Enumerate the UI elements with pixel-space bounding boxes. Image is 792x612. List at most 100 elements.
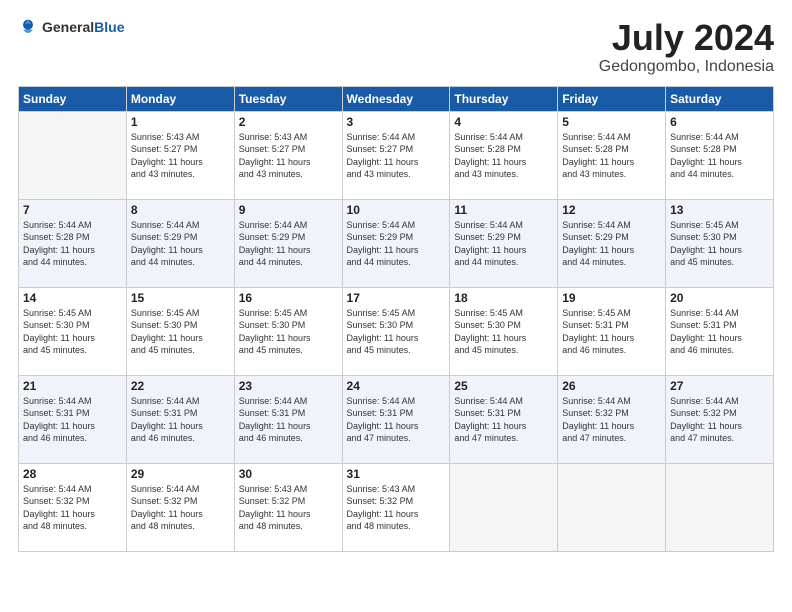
daylight: Daylight: 11 hours	[131, 332, 230, 345]
day-number: 21	[23, 379, 122, 393]
day-number: 13	[670, 203, 769, 217]
cell-info: Sunrise: 5:44 AM Sunset: 5:29 PM Dayligh…	[454, 219, 553, 269]
minutes: and 46 minutes.	[670, 344, 769, 357]
sunset: Sunset: 5:31 PM	[239, 407, 338, 420]
sunset: Sunset: 5:31 PM	[562, 319, 661, 332]
cell-info: Sunrise: 5:44 AM Sunset: 5:28 PM Dayligh…	[562, 131, 661, 181]
minutes: and 48 minutes.	[239, 520, 338, 533]
day-number: 14	[23, 291, 122, 305]
daylight: Daylight: 11 hours	[347, 420, 446, 433]
logo: GeneralBlue	[18, 18, 124, 38]
sunrise: Sunrise: 5:44 AM	[670, 307, 769, 320]
sunset: Sunset: 5:27 PM	[239, 143, 338, 156]
cell-info: Sunrise: 5:45 AM Sunset: 5:30 PM Dayligh…	[347, 307, 446, 357]
sunset: Sunset: 5:30 PM	[347, 319, 446, 332]
day-number: 5	[562, 115, 661, 129]
daylight: Daylight: 11 hours	[23, 332, 122, 345]
day-number: 25	[454, 379, 553, 393]
sunrise: Sunrise: 5:44 AM	[239, 219, 338, 232]
sunrise: Sunrise: 5:44 AM	[131, 483, 230, 496]
col-saturday: Saturday	[666, 86, 774, 111]
col-wednesday: Wednesday	[342, 86, 450, 111]
day-number: 4	[454, 115, 553, 129]
calendar-cell: 14 Sunrise: 5:45 AM Sunset: 5:30 PM Dayl…	[19, 287, 127, 375]
sunrise: Sunrise: 5:44 AM	[23, 219, 122, 232]
calendar-header: Sunday Monday Tuesday Wednesday Thursday…	[19, 86, 774, 111]
calendar-cell: 12 Sunrise: 5:44 AM Sunset: 5:29 PM Dayl…	[558, 199, 666, 287]
daylight: Daylight: 11 hours	[562, 156, 661, 169]
cell-info: Sunrise: 5:44 AM Sunset: 5:29 PM Dayligh…	[562, 219, 661, 269]
sunset: Sunset: 5:30 PM	[239, 319, 338, 332]
calendar-cell: 11 Sunrise: 5:44 AM Sunset: 5:29 PM Dayl…	[450, 199, 558, 287]
minutes: and 44 minutes.	[239, 256, 338, 269]
sunset: Sunset: 5:31 PM	[670, 319, 769, 332]
daylight: Daylight: 11 hours	[454, 156, 553, 169]
daylight: Daylight: 11 hours	[239, 332, 338, 345]
daylight: Daylight: 11 hours	[239, 156, 338, 169]
day-number: 23	[239, 379, 338, 393]
sunrise: Sunrise: 5:44 AM	[562, 219, 661, 232]
sunrise: Sunrise: 5:44 AM	[454, 395, 553, 408]
sunrise: Sunrise: 5:44 AM	[562, 395, 661, 408]
daylight: Daylight: 11 hours	[670, 244, 769, 257]
cell-info: Sunrise: 5:44 AM Sunset: 5:32 PM Dayligh…	[670, 395, 769, 445]
daylight: Daylight: 11 hours	[670, 332, 769, 345]
minutes: and 45 minutes.	[23, 344, 122, 357]
cell-info: Sunrise: 5:44 AM Sunset: 5:28 PM Dayligh…	[454, 131, 553, 181]
header: GeneralBlue July 2024 Gedongombo, Indone…	[18, 18, 774, 76]
sunset: Sunset: 5:28 PM	[670, 143, 769, 156]
cell-info: Sunrise: 5:44 AM Sunset: 5:32 PM Dayligh…	[23, 483, 122, 533]
cell-info: Sunrise: 5:43 AM Sunset: 5:27 PM Dayligh…	[239, 131, 338, 181]
minutes: and 47 minutes.	[670, 432, 769, 445]
daylight: Daylight: 11 hours	[239, 244, 338, 257]
day-number: 30	[239, 467, 338, 481]
sunrise: Sunrise: 5:44 AM	[454, 131, 553, 144]
minutes: and 44 minutes.	[670, 168, 769, 181]
day-number: 8	[131, 203, 230, 217]
cell-info: Sunrise: 5:45 AM Sunset: 5:30 PM Dayligh…	[131, 307, 230, 357]
sunset: Sunset: 5:32 PM	[562, 407, 661, 420]
minutes: and 43 minutes.	[239, 168, 338, 181]
sunrise: Sunrise: 5:44 AM	[239, 395, 338, 408]
sunset: Sunset: 5:27 PM	[347, 143, 446, 156]
calendar-cell: 29 Sunrise: 5:44 AM Sunset: 5:32 PM Dayl…	[126, 463, 234, 551]
calendar: Sunday Monday Tuesday Wednesday Thursday…	[18, 86, 774, 552]
cell-info: Sunrise: 5:44 AM Sunset: 5:31 PM Dayligh…	[670, 307, 769, 357]
daylight: Daylight: 11 hours	[239, 508, 338, 521]
daylight: Daylight: 11 hours	[562, 420, 661, 433]
sunset: Sunset: 5:31 PM	[23, 407, 122, 420]
calendar-week-3: 14 Sunrise: 5:45 AM Sunset: 5:30 PM Dayl…	[19, 287, 774, 375]
sunrise: Sunrise: 5:43 AM	[239, 131, 338, 144]
calendar-cell: 9 Sunrise: 5:44 AM Sunset: 5:29 PM Dayli…	[234, 199, 342, 287]
calendar-week-1: 1 Sunrise: 5:43 AM Sunset: 5:27 PM Dayli…	[19, 111, 774, 199]
daylight: Daylight: 11 hours	[670, 156, 769, 169]
sunrise: Sunrise: 5:45 AM	[454, 307, 553, 320]
main-title: July 2024	[599, 18, 774, 58]
day-number: 15	[131, 291, 230, 305]
sunrise: Sunrise: 5:44 AM	[131, 395, 230, 408]
calendar-cell: 17 Sunrise: 5:45 AM Sunset: 5:30 PM Dayl…	[342, 287, 450, 375]
sunrise: Sunrise: 5:44 AM	[347, 395, 446, 408]
minutes: and 44 minutes.	[454, 256, 553, 269]
minutes: and 45 minutes.	[670, 256, 769, 269]
cell-info: Sunrise: 5:44 AM Sunset: 5:31 PM Dayligh…	[131, 395, 230, 445]
minutes: and 44 minutes.	[347, 256, 446, 269]
day-number: 19	[562, 291, 661, 305]
daylight: Daylight: 11 hours	[454, 420, 553, 433]
calendar-cell: 31 Sunrise: 5:43 AM Sunset: 5:32 PM Dayl…	[342, 463, 450, 551]
cell-info: Sunrise: 5:44 AM Sunset: 5:31 PM Dayligh…	[23, 395, 122, 445]
day-number: 12	[562, 203, 661, 217]
calendar-cell: 6 Sunrise: 5:44 AM Sunset: 5:28 PM Dayli…	[666, 111, 774, 199]
col-thursday: Thursday	[450, 86, 558, 111]
daylight: Daylight: 11 hours	[131, 156, 230, 169]
header-row: Sunday Monday Tuesday Wednesday Thursday…	[19, 86, 774, 111]
sunset: Sunset: 5:28 PM	[454, 143, 553, 156]
title-block: July 2024 Gedongombo, Indonesia	[599, 18, 774, 76]
sunrise: Sunrise: 5:43 AM	[131, 131, 230, 144]
calendar-cell: 18 Sunrise: 5:45 AM Sunset: 5:30 PM Dayl…	[450, 287, 558, 375]
calendar-cell: 27 Sunrise: 5:44 AM Sunset: 5:32 PM Dayl…	[666, 375, 774, 463]
minutes: and 47 minutes.	[347, 432, 446, 445]
day-number: 17	[347, 291, 446, 305]
minutes: and 46 minutes.	[562, 344, 661, 357]
minutes: and 48 minutes.	[347, 520, 446, 533]
